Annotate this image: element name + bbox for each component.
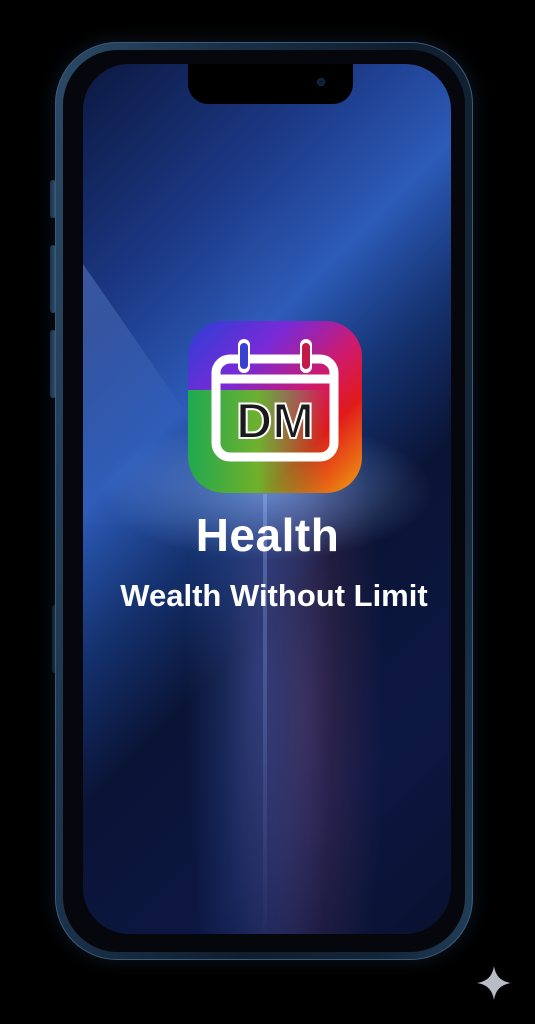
app-title: Health (195, 509, 340, 561)
app-icon[interactable]: DM (188, 321, 362, 493)
stage: DM Health Wealth Without Limit (0, 0, 535, 1024)
calendar-icon: DM (211, 339, 339, 462)
front-camera-icon (317, 78, 325, 86)
phone-screen (83, 64, 451, 934)
notch (188, 64, 353, 104)
phone-frame (55, 42, 473, 960)
phone-bezel (63, 50, 465, 952)
app-icon-letters: DM (236, 393, 314, 449)
app-tagline: Wealth Without Limit (120, 578, 428, 613)
sparkle-icon (477, 966, 511, 1000)
